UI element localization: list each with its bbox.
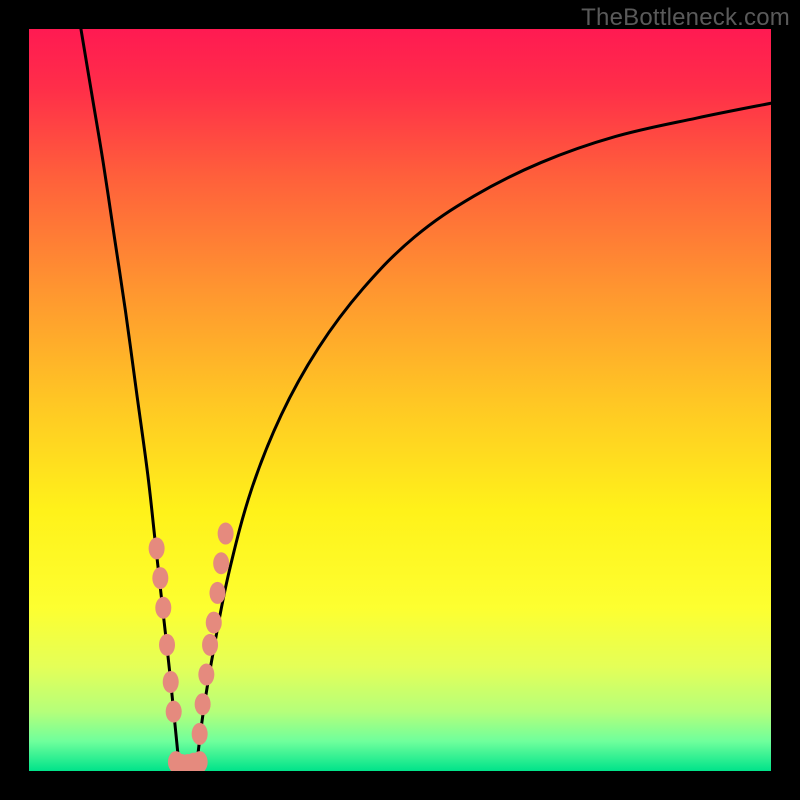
data-marker	[195, 693, 211, 715]
data-marker	[209, 582, 225, 604]
bottleneck-chart	[29, 29, 771, 771]
data-marker	[166, 701, 182, 723]
data-marker	[192, 723, 208, 745]
data-marker	[218, 523, 234, 545]
data-marker	[206, 612, 222, 634]
data-marker	[163, 671, 179, 693]
data-marker	[149, 537, 165, 559]
data-marker	[152, 567, 168, 589]
data-marker	[159, 634, 175, 656]
plot-area	[29, 29, 771, 771]
gradient-background	[29, 29, 771, 771]
chart-frame: TheBottleneck.com	[0, 0, 800, 800]
data-marker	[155, 597, 171, 619]
data-marker	[213, 552, 229, 574]
data-marker	[198, 664, 214, 686]
data-marker	[202, 634, 218, 656]
watermark-text: TheBottleneck.com	[581, 4, 790, 32]
